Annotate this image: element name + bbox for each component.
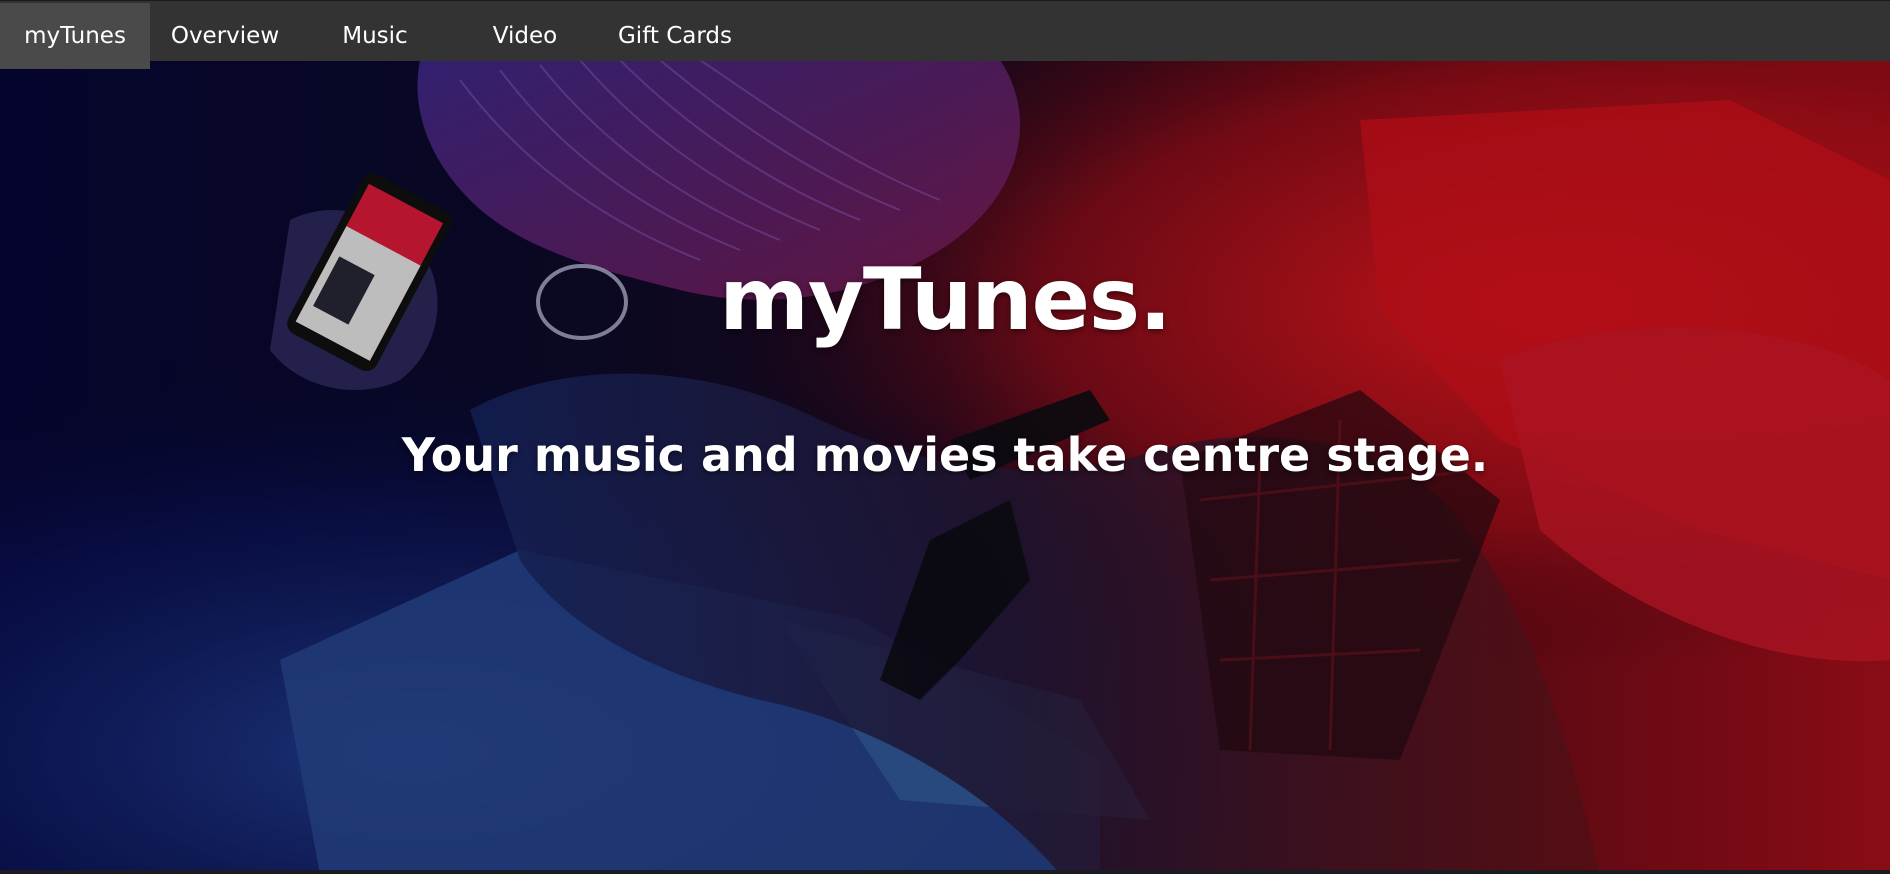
top-navigation-bar: myTunes Overview Music Video Gift Cards: [0, 0, 1890, 69]
nav-item-overview[interactable]: Overview: [150, 3, 300, 69]
nav-item-gift-cards[interactable]: Gift Cards: [600, 3, 750, 69]
hero-subtitle: Your music and movies take centre stage.: [401, 428, 1489, 482]
hero-section: myTunes. Your music and movies take cent…: [0, 60, 1890, 874]
bottom-divider: [0, 870, 1890, 874]
nav-item-music[interactable]: Music: [300, 3, 450, 69]
nav-item-video[interactable]: Video: [450, 3, 600, 69]
nav-item-mytunes[interactable]: myTunes: [0, 3, 150, 69]
hero-title: myTunes.: [719, 250, 1172, 350]
